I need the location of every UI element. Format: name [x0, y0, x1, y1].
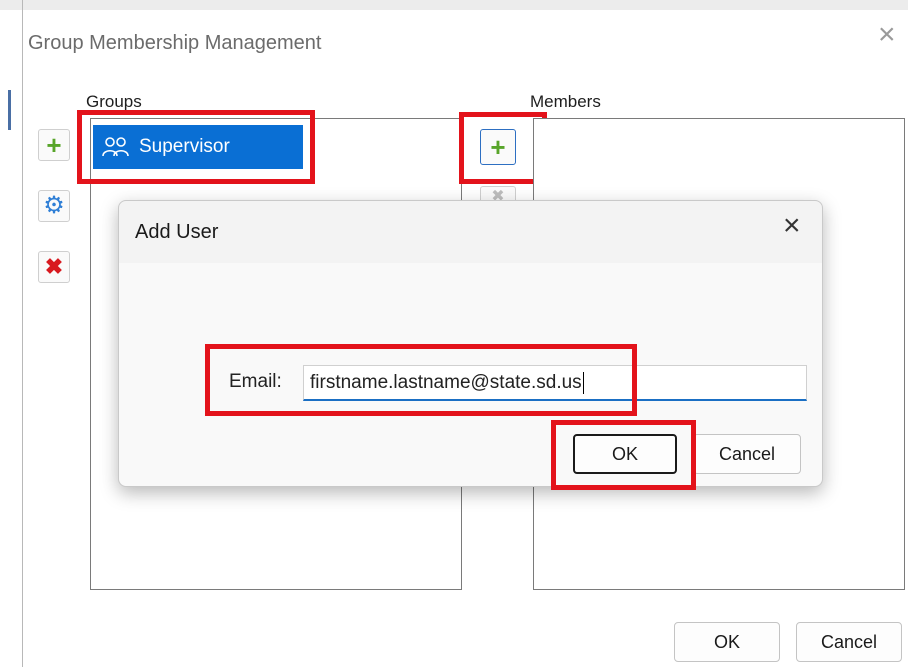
highlight-group — [77, 110, 315, 184]
dialog-title: Add User — [135, 221, 219, 243]
add-group-button[interactable]: + — [38, 129, 70, 161]
highlight-email — [205, 344, 637, 416]
dialog-cancel-button[interactable]: Cancel — [693, 434, 801, 474]
left-edge-mark — [8, 90, 11, 130]
left-edge-line — [22, 0, 23, 667]
x-icon: ✖ — [44, 254, 64, 279]
ok-button[interactable]: OK — [674, 622, 780, 662]
highlight-ok — [551, 420, 696, 490]
background-strip — [0, 0, 908, 10]
group-settings-button[interactable]: ⚙ — [38, 190, 70, 222]
close-icon[interactable]: × — [783, 211, 801, 241]
gear-icon: ⚙ — [43, 192, 65, 219]
groups-label: Groups — [86, 92, 142, 111]
delete-group-button[interactable]: ✖ — [38, 251, 70, 283]
members-label: Members — [530, 92, 601, 111]
plus-icon: + — [46, 130, 62, 160]
window-title: Group Membership Management — [28, 32, 322, 54]
close-icon[interactable]: × — [878, 20, 896, 50]
cancel-button[interactable]: Cancel — [796, 622, 902, 662]
